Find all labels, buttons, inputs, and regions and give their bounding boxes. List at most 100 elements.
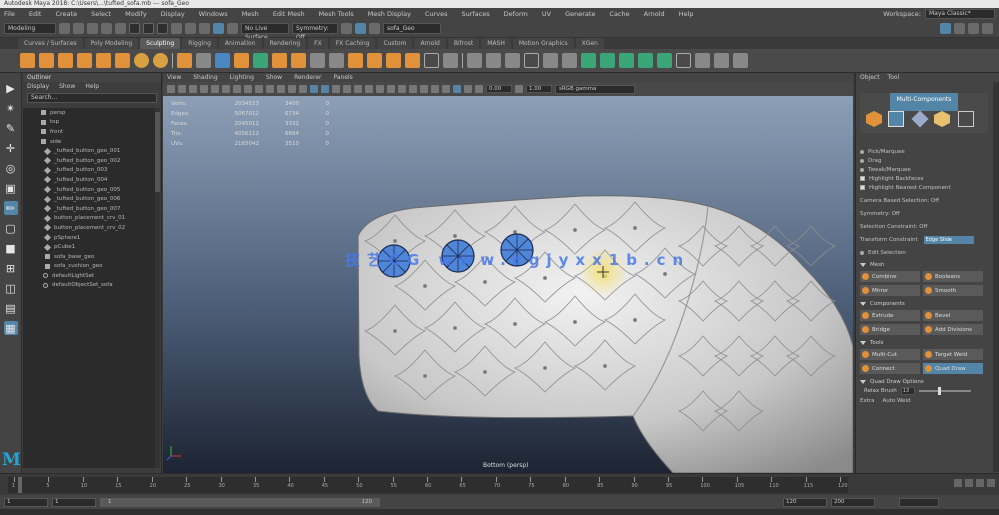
relax-slider-knob[interactable] <box>938 387 942 395</box>
poly-plane-icon[interactable] <box>115 53 130 68</box>
auto-map-icon[interactable] <box>562 53 577 68</box>
outliner-item[interactable]: _tufted_button_geo_001 <box>23 146 155 156</box>
poly-torus-icon[interactable] <box>96 53 111 68</box>
outliner-item[interactable]: persp <box>23 108 155 118</box>
toolkit-combine-button[interactable]: Combine <box>860 271 920 282</box>
image-plane-icon[interactable] <box>200 85 208 93</box>
menu-generate[interactable]: Generate <box>565 10 595 18</box>
selection-option[interactable]: Highlight Backfaces <box>860 174 986 183</box>
safe-title-icon[interactable] <box>299 85 307 93</box>
textured-icon[interactable] <box>343 85 351 93</box>
ambient-occlusion-icon[interactable] <box>376 85 384 93</box>
time-ticks[interactable]: 1 5 10 15 20 25 30 35 40 45 50 55 60 65 70 75 80 85 90 95 10… <box>8 477 848 493</box>
outliner-item[interactable]: sofa_cushion_geo <box>23 262 155 272</box>
edit-selection-row[interactable]: Edit Selection <box>860 248 986 257</box>
shelf-tab-fx-caching[interactable]: FX Caching <box>329 38 376 49</box>
resolution-gate-icon[interactable] <box>255 85 263 93</box>
command-line[interactable] <box>0 509 999 515</box>
menu-arnold[interactable]: Arnold <box>644 10 665 18</box>
collapse-arrow-icon[interactable] <box>860 301 866 306</box>
smooth-shade-icon[interactable] <box>321 85 329 93</box>
selection-option[interactable]: Tweak/Marquee <box>860 165 986 174</box>
channel-box-icon[interactable] <box>982 23 993 34</box>
motion-blur-icon[interactable] <box>387 85 395 93</box>
safe-action-icon[interactable] <box>288 85 296 93</box>
scale-tool-icon[interactable]: ▣ <box>4 181 18 195</box>
toolkit-bridge-button[interactable]: Bridge <box>860 324 920 335</box>
relax-slider[interactable] <box>918 387 971 395</box>
menu-windows[interactable]: Windows <box>199 10 228 18</box>
toolkit-bevel-button[interactable]: Bevel <box>923 310 983 321</box>
center-pivot-icon[interactable] <box>695 53 710 68</box>
shelf-tab-bifrost[interactable]: Bifrost <box>447 38 480 49</box>
menu-surfaces[interactable]: Surfaces <box>462 10 490 18</box>
platonic-solid-icon[interactable] <box>153 53 168 68</box>
fps-field[interactable] <box>899 497 939 507</box>
shelf-tab-custom[interactable]: Custom <box>377 38 413 49</box>
checkbox[interactable] <box>860 176 865 181</box>
render-settings-icon[interactable] <box>369 23 380 34</box>
edge-mode-icon[interactable] <box>911 110 929 128</box>
snap-grid-icon[interactable] <box>171 23 182 34</box>
viewport-menu-lighting[interactable]: Lighting <box>230 73 254 82</box>
film-gate-icon[interactable] <box>244 85 252 93</box>
outliner-layout-icon[interactable]: ▤ <box>4 301 18 315</box>
go-to-end-icon[interactable] <box>987 479 995 487</box>
straighten-icon[interactable] <box>657 53 672 68</box>
collapse-arrow-icon[interactable] <box>860 340 866 345</box>
xray-active-icon[interactable] <box>453 85 461 93</box>
gamma-field[interactable]: 1.00 <box>526 85 552 93</box>
menu-mesh-display[interactable]: Mesh Display <box>368 10 411 18</box>
extra-value[interactable]: Auto Weld <box>883 398 911 404</box>
viewport-menu-shading[interactable]: Shading <box>193 73 217 82</box>
viewport-menu-show[interactable]: Show <box>266 73 282 82</box>
ipr-render-icon[interactable] <box>355 23 366 34</box>
toolkit-smooth-button[interactable]: Smooth <box>923 285 983 296</box>
menu-cache[interactable]: Cache <box>609 10 629 18</box>
outliner-menu-help[interactable]: Help <box>85 82 99 91</box>
color-space-dropdown[interactable]: sRGB gamma <box>555 84 635 94</box>
multi-cut-icon[interactable] <box>348 53 363 68</box>
selection-option[interactable]: Highlight Nearest Component <box>860 183 986 192</box>
select-tool-icon[interactable]: ▶ <box>4 81 18 95</box>
outliner-item[interactable]: _tufted_button_003 <box>23 166 155 176</box>
snap-view-icon[interactable] <box>213 23 224 34</box>
two-view-icon[interactable]: ◫ <box>4 281 18 295</box>
bevel-icon[interactable] <box>291 53 306 68</box>
shelf-tab-rendering[interactable]: Rendering <box>263 38 307 49</box>
sew-uv-icon[interactable] <box>600 53 615 68</box>
outliner-menu-display[interactable]: Display <box>27 82 49 91</box>
smooth-icon[interactable] <box>215 53 230 68</box>
connect-icon[interactable] <box>386 53 401 68</box>
combine-icon[interactable] <box>177 53 192 68</box>
poly-cube-icon[interactable] <box>39 53 54 68</box>
single-view-icon[interactable]: ■ <box>4 241 18 255</box>
undo-icon[interactable] <box>101 23 112 34</box>
insert-edge-loop-icon[interactable] <box>405 53 420 68</box>
radio-button[interactable] <box>860 158 864 163</box>
checkbox[interactable] <box>860 185 865 190</box>
mirror-icon[interactable] <box>486 53 501 68</box>
menu-curves[interactable]: Curves <box>425 10 448 18</box>
menu-file[interactable]: File <box>4 10 15 18</box>
toolkit-connect-button[interactable]: Connect <box>860 363 920 374</box>
paint-select-icon[interactable]: ✎ <box>4 121 18 135</box>
redo-icon[interactable] <box>115 23 126 34</box>
gamma-icon[interactable] <box>515 85 523 93</box>
target-weld-icon[interactable] <box>367 53 382 68</box>
toolkit-scrollbar[interactable] <box>993 82 999 472</box>
collapse-arrow-icon[interactable] <box>860 262 866 267</box>
poly-sphere-icon[interactable] <box>20 53 35 68</box>
outliner-item[interactable]: _tufted_button_geo_002 <box>23 156 155 166</box>
vertex-mode-icon[interactable] <box>888 111 904 127</box>
default-material-icon[interactable] <box>332 85 340 93</box>
xray-joints-icon[interactable] <box>442 85 450 93</box>
multi-component-button[interactable]: Multi-Components <box>890 93 958 111</box>
viewport-menu-panels[interactable]: Panels <box>333 73 352 82</box>
save-scene-icon[interactable] <box>87 23 98 34</box>
make-live-icon[interactable] <box>227 23 238 34</box>
depth-of-field-icon[interactable] <box>409 85 417 93</box>
custom-layout-icon[interactable]: ▦ <box>3 321 18 335</box>
gate-mask-icon[interactable] <box>266 85 274 93</box>
show-manipulator-icon[interactable]: ▢ <box>4 221 18 235</box>
